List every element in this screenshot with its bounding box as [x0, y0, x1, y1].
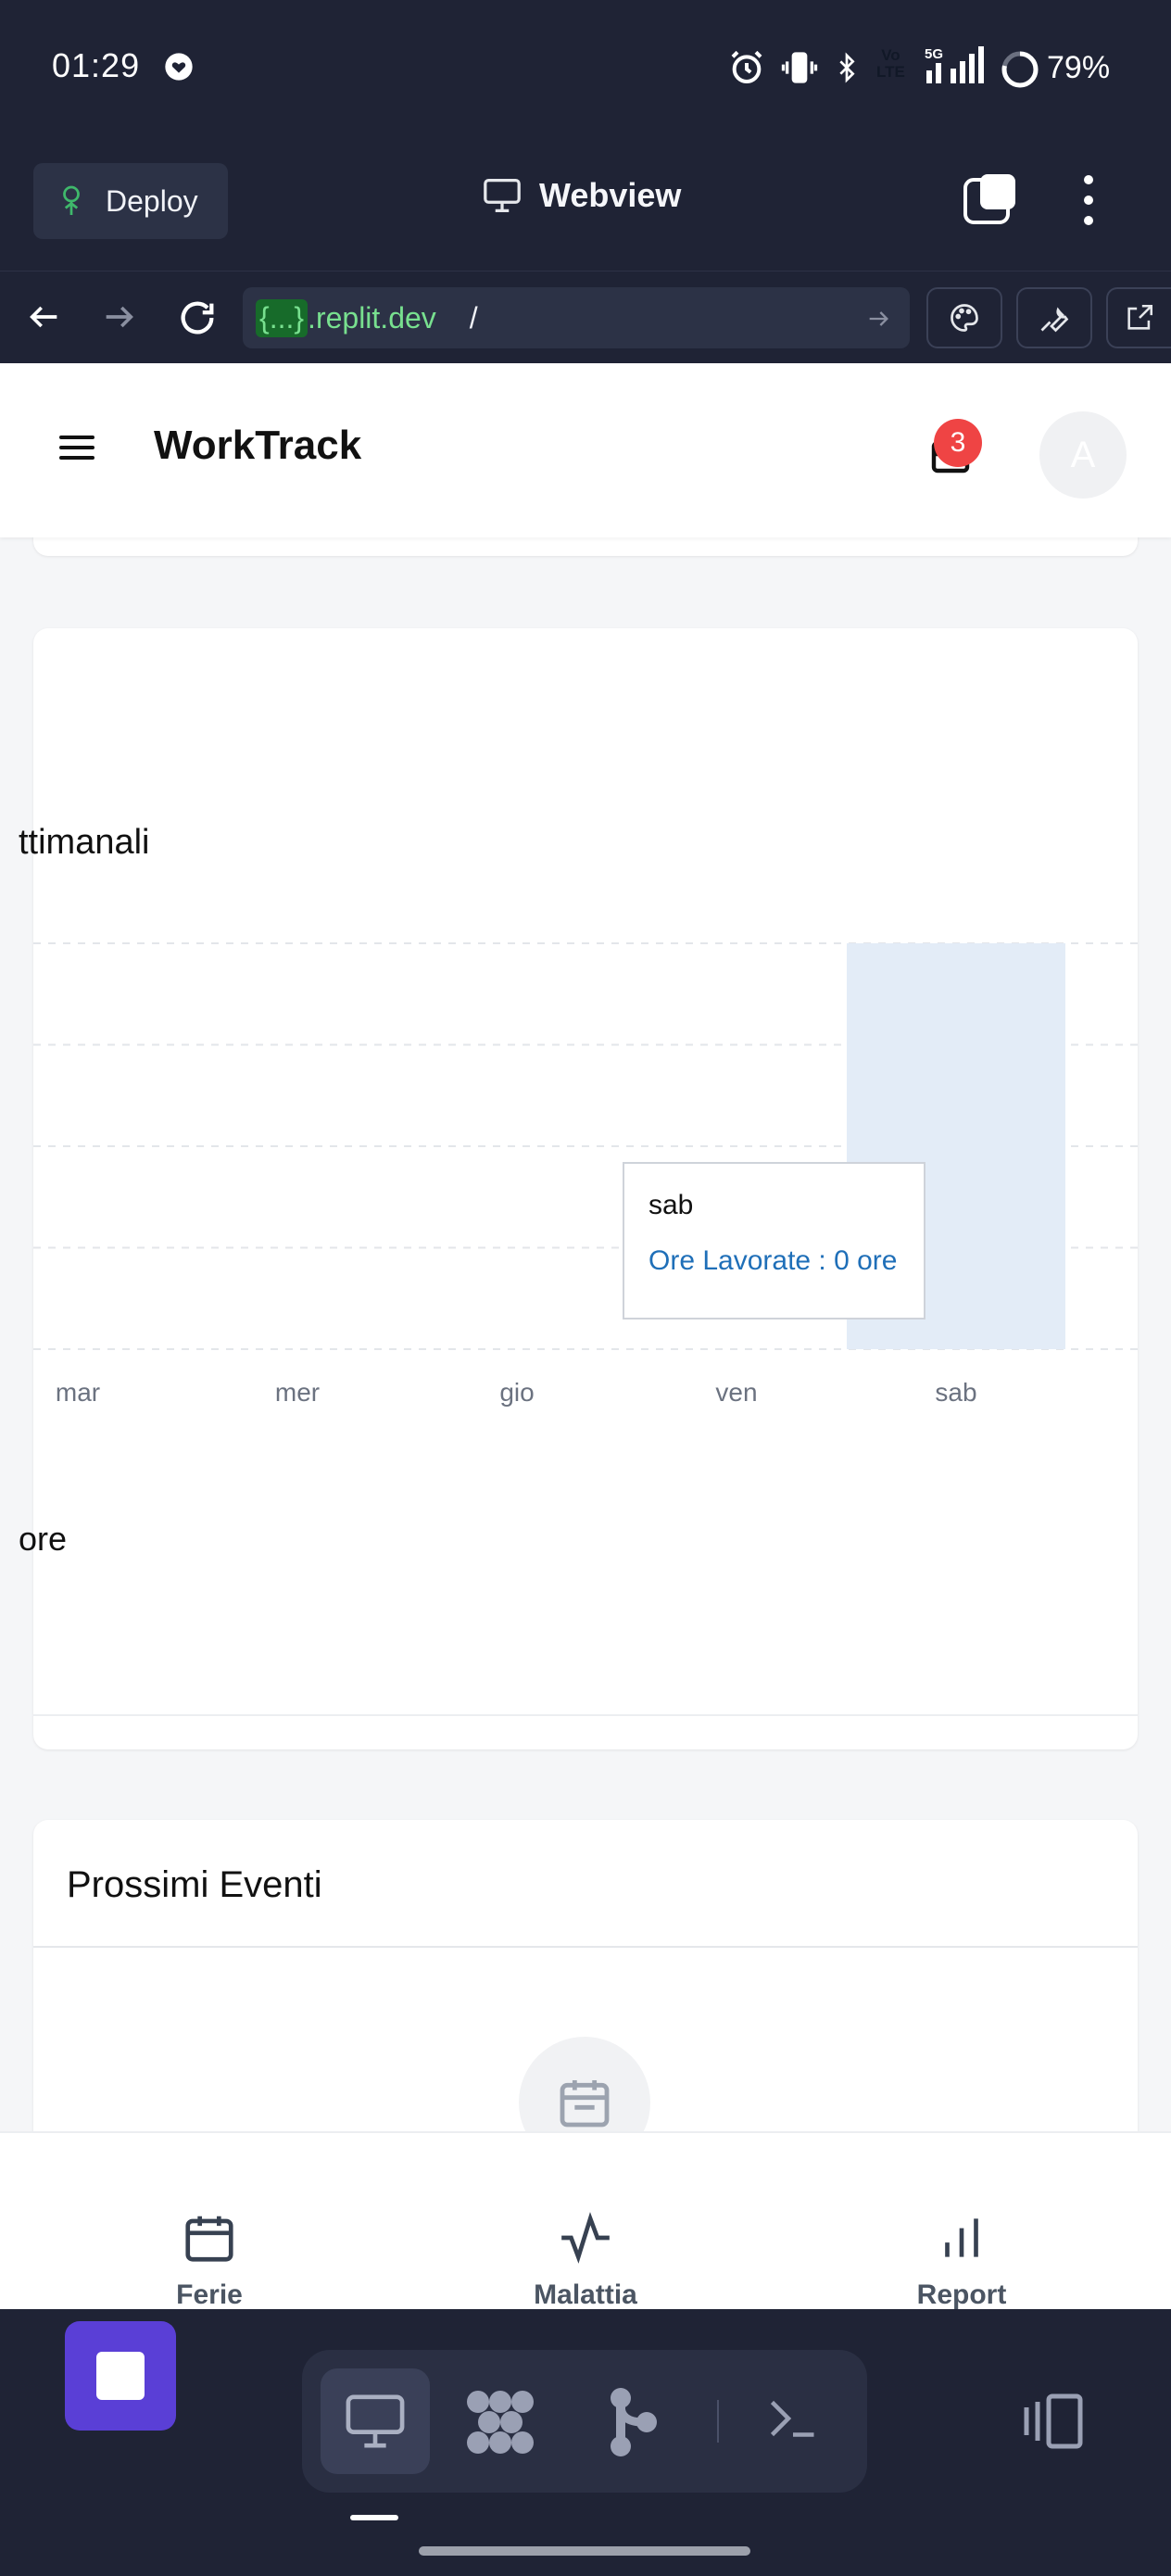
chart-title: ttimanali — [19, 823, 150, 862]
bluetooth-icon — [832, 48, 862, 87]
monitor-icon — [482, 177, 523, 214]
more-options-icon[interactable] — [1075, 174, 1102, 226]
tool-webview[interactable] — [321, 2368, 430, 2474]
nav-label-report: Report — [916, 2279, 1007, 2309]
webview-tab-title[interactable]: Webview — [482, 176, 681, 215]
signal-icon: 5G — [925, 46, 989, 85]
x-tick-ven: ven — [715, 1378, 757, 1407]
battery-icon — [1001, 50, 1039, 89]
stop-icon — [96, 2352, 145, 2400]
app-title: WorkTrack — [154, 423, 362, 468]
chart-x-axis: mar mer gio ven sab — [56, 1378, 977, 1407]
shell-icon[interactable] — [765, 2391, 821, 2446]
nav-item-report[interactable]: Report — [823, 2133, 1101, 2309]
packages-icon[interactable] — [463, 2387, 537, 2457]
stop-button[interactable] — [65, 2321, 176, 2431]
tool-separator — [717, 2400, 719, 2443]
volte-indicator: Vo LTE — [876, 47, 905, 81]
forward-arrow-icon[interactable] — [100, 298, 137, 335]
battery-percent: 79% — [1047, 50, 1111, 85]
nav-label-malattia: Malattia — [534, 2279, 637, 2309]
devtools-button[interactable] — [1016, 287, 1092, 348]
deploy-button[interactable]: Deploy — [33, 163, 228, 239]
app-bottom-nav: Ferie Malattia Report — [0, 2131, 1171, 2309]
x-tick-sab: sab — [935, 1378, 976, 1407]
git-icon[interactable] — [606, 2387, 661, 2457]
x-tick-mer: mer — [275, 1378, 320, 1407]
x-tick-mar: mar — [56, 1378, 100, 1407]
nav-item-ferie[interactable]: Ferie — [70, 2133, 348, 2309]
url-input[interactable]: {...} .replit.dev / — [243, 287, 910, 348]
open-external-button[interactable] — [1106, 287, 1171, 348]
palette-icon — [948, 301, 981, 335]
active-tool-indicator — [350, 2515, 398, 2520]
tooltip-value: Ore Lavorate : 0 ore — [648, 1245, 898, 1276]
app-header: WorkTrack 3 A — [0, 363, 1171, 537]
url-host-domain: .replit.dev — [308, 300, 436, 335]
card-divider — [33, 1714, 1138, 1716]
avatar[interactable]: A — [1039, 411, 1127, 499]
status-time: 01:29 — [52, 46, 141, 84]
alarm-icon — [728, 49, 765, 86]
wrench-icon — [1038, 301, 1071, 335]
tabs-icon[interactable] — [962, 172, 1019, 226]
monitor-icon — [346, 2394, 405, 2448]
deploy-icon — [57, 184, 85, 218]
vibrate-icon — [781, 49, 818, 86]
heart-icon — [163, 52, 195, 82]
go-arrow-icon[interactable] — [865, 306, 891, 332]
reload-icon[interactable] — [176, 297, 219, 339]
weekly-hours-chart: mar mer gio ven sab — [33, 942, 1138, 1407]
palette-button[interactable] — [926, 287, 1002, 348]
calendar-icon — [185, 2216, 233, 2262]
network-type: 5G — [925, 46, 944, 62]
notification-badge: 3 — [934, 419, 982, 467]
volte-bottom: LTE — [876, 63, 905, 81]
panels-icon[interactable] — [1015, 2393, 1084, 2450]
external-link-icon — [1124, 302, 1155, 334]
home-indicator[interactable] — [419, 2546, 750, 2556]
events-title: Prossimi Eventi — [67, 1864, 322, 1905]
x-tick-gio: gio — [499, 1378, 534, 1407]
chart-tooltip: sab Ore Lavorate : 0 ore — [623, 1162, 925, 1320]
bar-chart-icon — [945, 2218, 978, 2257]
menu-icon[interactable] — [57, 432, 96, 463]
nav-label-ferie: Ferie — [176, 2279, 243, 2309]
url-path: / — [469, 300, 478, 335]
activity-icon — [561, 2212, 610, 2264]
tooltip-label: sab — [648, 1190, 694, 1220]
events-divider — [33, 1946, 1138, 1948]
back-arrow-icon[interactable] — [26, 298, 63, 335]
webview-label: Webview — [539, 176, 682, 214]
chart-footer-text: ore — [19, 1520, 68, 1558]
volte-top: Vo — [881, 46, 900, 64]
nav-item-malattia[interactable]: Malattia — [447, 2133, 724, 2309]
url-host-code: {...} — [256, 298, 308, 337]
deploy-label: Deploy — [106, 183, 198, 218]
